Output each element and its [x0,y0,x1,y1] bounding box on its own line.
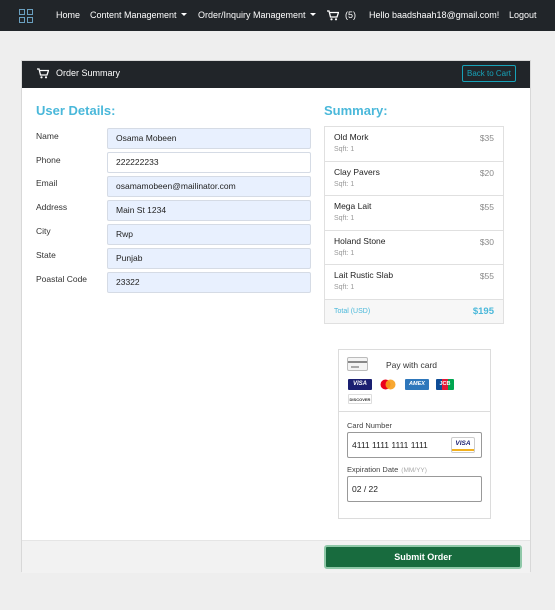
jcb-logo-icon: JCB [436,379,454,390]
nav-home[interactable]: Home [56,10,80,20]
item-qty: Sqft: 1 [334,215,355,223]
discover-logo-icon: DISCOVER [348,394,372,404]
order-summary-card: Order Summary Back to Cart User Details:… [21,60,531,573]
nav-content-label: Content Management [90,10,177,20]
user-details-heading: User Details: [36,103,116,118]
chevron-down-icon [309,13,316,17]
list-item: Holand Stone Sqft: 1 $30 [324,229,504,265]
item-qty: Sqft: 1 [334,249,355,257]
item-qty: Sqft: 1 [334,146,355,153]
list-item: Mega Lait Sqft: 1 $55 [324,195,504,230]
back-to-cart-button[interactable]: Back to Cart [462,65,516,82]
list-item: Clay Pavers Sqft: 1 $20 [324,160,504,196]
city-field[interactable]: Rwp [107,224,311,245]
card-number-value: 4111 1111 1111 1111 [352,440,428,450]
item-price: $30 [479,236,494,247]
list-item: Lait Rustic Slab Sqft: 1 $55 [324,264,504,299]
summary-total: Total (USD) $195 [324,298,504,324]
card-number-label: Card Number [347,421,393,430]
cart-count[interactable]: (5) [345,10,356,20]
visa-logo-icon: VISA [348,379,372,390]
nav-order-management[interactable]: Order/Inquiry Management [198,10,316,20]
item-qty: Sqft: 1 [334,180,355,188]
user-greeting: Hello baadshaah18@gmail.com! [369,10,500,20]
expiry-label: Expiration Date (MM/YY) [347,465,427,474]
city-label: City [36,226,51,236]
item-name: Holand Stone [334,235,386,246]
summary-list: Old Mork Sqft: 1 $35 Clay Pavers Sqft: 1… [324,126,504,324]
pay-with-card-title: Pay with card [386,360,438,370]
expiry-label-text: Expiration Date [347,465,399,474]
email-field[interactable]: osamamobeen@mailinator.com [107,176,311,197]
item-name: Old Mork [334,132,369,142]
item-price: $55 [479,271,494,282]
chevron-down-icon [180,13,187,17]
grid-icon[interactable] [19,9,33,23]
amex-logo-icon: AMEX [405,379,429,390]
submit-order-button[interactable]: Submit Order [324,545,522,569]
state-field[interactable]: Punjab [107,248,311,269]
nav-content-management[interactable]: Content Management [90,10,187,20]
total-amount: $195 [472,305,494,317]
card-header: Order Summary Back to Cart [22,61,530,88]
address-label: Address [36,202,68,212]
item-price: $55 [479,202,494,213]
cart-icon[interactable] [327,10,339,21]
nav-orders-label: Order/Inquiry Management [198,10,306,20]
item-qty: Sqft: 1 [334,284,355,292]
card-title: Order Summary [56,68,121,78]
item-name: Clay Pavers [334,166,380,177]
cart-icon [37,68,49,79]
email-label: Email [36,178,58,188]
item-price: $20 [479,167,494,178]
expiry-hint: (MM/YY) [401,467,427,474]
name-label: Name [36,131,59,141]
state-label: State [36,250,56,260]
navbar: Home Content Management Order/Inquiry Ma… [0,0,555,31]
name-field[interactable]: Osama Mobeen [107,128,311,149]
postal-code-label: Poastal Code [36,274,88,284]
list-item: Old Mork Sqft: 1 $35 [324,126,504,161]
mastercard-logo-icon [380,379,396,390]
credit-card-icon [347,357,368,371]
item-name: Lait Rustic Slab [334,270,394,281]
card-footer: Submit Order [22,540,530,573]
payment-header: Pay with card VISA AMEX JCB DISCOVER [339,350,490,412]
card-number-input[interactable]: 4111 1111 1111 1111 VISA [347,432,482,458]
phone-label: Phone [36,155,61,165]
item-name: Mega Lait [334,201,372,212]
payment-form: Pay with card VISA AMEX JCB DISCOVER Car… [338,349,491,519]
logout-link[interactable]: Logout [509,10,537,20]
postal-code-field[interactable]: 23322 [107,272,311,293]
phone-field[interactable]: 222222233 [107,152,311,173]
visa-card-icon: VISA [451,437,475,453]
summary-heading: Summary: [324,103,388,118]
total-label: Total (USD) [334,307,371,315]
address-field[interactable]: Main St 1234 [107,200,311,221]
item-price: $35 [479,133,494,143]
expiry-input[interactable]: 02 / 22 [347,476,482,502]
